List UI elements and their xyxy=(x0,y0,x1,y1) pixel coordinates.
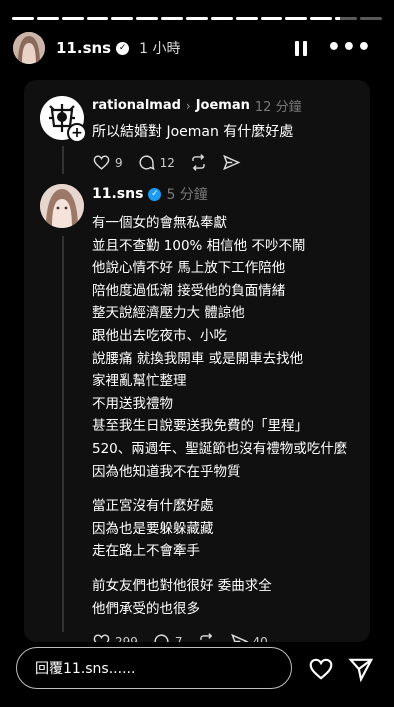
text-line: 當正宮沒有什麼好處 xyxy=(92,498,214,515)
send-icon xyxy=(230,633,248,642)
progress-segment xyxy=(360,17,382,20)
comment-count: 12 xyxy=(159,155,175,170)
text-line: 他說心情不好 馬上放下工作陪他 xyxy=(92,260,286,277)
send-icon xyxy=(223,154,241,171)
like-count: 9 xyxy=(115,155,123,170)
post-author[interactable]: 11.sns xyxy=(92,186,143,202)
heart-icon xyxy=(93,155,110,170)
progress-segment xyxy=(335,17,358,20)
text-line: 因為他知道我不在乎物質 xyxy=(92,463,241,480)
post-text: 有一個女的會無私奉獻 並且不查勤 100% 相信他 不吵不鬧 他說心情不好 馬上… xyxy=(92,212,358,620)
reply-to-user[interactable]: Joeman xyxy=(196,98,250,113)
text-line: 有一個女的會無私奉獻 xyxy=(92,215,227,231)
progress-segment xyxy=(186,17,208,20)
progress-segment xyxy=(36,17,59,20)
paragraph: 前女友們也對他很好 委曲求全 他們承受的也很多 xyxy=(92,575,358,620)
like-button[interactable]: 299 xyxy=(92,632,138,642)
progress-segment xyxy=(235,17,258,20)
follow-plus-icon[interactable]: + xyxy=(67,123,87,143)
post-text: 所以結婚對 Joeman 有什麼好處 xyxy=(92,124,294,140)
progress-segment xyxy=(136,17,159,20)
parent-post: + rationalmad › Joeman 12 分鐘 所以結婚對 Joema… xyxy=(40,96,358,172)
paragraph: 有一個女的會無私奉獻 並且不查勤 100% 相信他 不吵不鬧 他說心情不好 馬上… xyxy=(92,212,358,483)
text-line: 520、兩週年、聖誕節也沒有禮物或吃什麼 xyxy=(92,440,348,457)
text-line: 他們承受的也很多 xyxy=(92,600,200,617)
text-line: 說腰痛 就換我開車 或是開車去找他 xyxy=(92,350,304,367)
text-line: 並且不查勤 100% 相信他 不吵不鬧 xyxy=(92,237,306,254)
progress-segment xyxy=(111,17,134,20)
avatar[interactable] xyxy=(13,32,45,64)
progress-segment xyxy=(86,17,109,20)
progress-segment xyxy=(210,17,233,20)
comment-button[interactable]: 7 xyxy=(152,632,183,642)
text-line: 跟他出去吃夜市、小吃 xyxy=(92,327,227,344)
pause-icon[interactable] xyxy=(294,40,307,56)
progress-segment xyxy=(260,17,283,20)
post-time: 12 分鐘 xyxy=(254,100,302,115)
threads-card: + rationalmad › Joeman 12 分鐘 所以結婚對 Joema… xyxy=(24,80,370,642)
reply-arrow-icon: › xyxy=(185,98,191,113)
story-progress xyxy=(12,17,382,20)
progress-segment xyxy=(61,17,84,20)
post-time: 5 分鐘 xyxy=(166,187,208,203)
reply-placeholder: 回覆11.sns...... xyxy=(35,661,136,677)
more-options-icon[interactable]: ••• xyxy=(327,37,372,59)
text-line: 整天說經濟壓力大 體諒他 xyxy=(92,305,245,322)
comment-count: 7 xyxy=(174,634,183,642)
repost-icon xyxy=(199,633,212,641)
progress-segment xyxy=(161,17,184,20)
text-line: 家裡亂幫忙整理 xyxy=(92,373,187,390)
story-header: 11.sns ✓ 1 小時 ••• xyxy=(13,32,384,64)
heart-icon xyxy=(93,634,110,642)
verified-badge-icon: ✓ xyxy=(116,41,130,55)
like-story-button[interactable] xyxy=(308,656,334,682)
text-line: 不用送我禮物 xyxy=(92,395,173,412)
repost-icon xyxy=(192,154,205,171)
verified-badge-icon: ✓ xyxy=(148,187,162,201)
share-count: 40 xyxy=(252,634,268,642)
story-username[interactable]: 11.sns xyxy=(56,39,111,57)
story-time: 1 小時 xyxy=(139,41,181,57)
text-line: 走在路上不會牽手 xyxy=(92,543,200,560)
repost-button[interactable] xyxy=(189,153,208,172)
like-count: 299 xyxy=(115,634,138,642)
progress-segment xyxy=(12,17,34,20)
text-line: 因為也是要躲躲藏藏 xyxy=(92,520,214,537)
text-line: 前女友們也對他很好 委曲求全 xyxy=(92,577,272,594)
reply-input[interactable]: 回覆11.sns...... xyxy=(16,647,292,689)
comment-button[interactable]: 12 xyxy=(137,153,175,172)
reply-post: 11.sns ✓ 5 分鐘 有一個女的會無私奉獻 並且不查勤 100% 相信他 … xyxy=(40,184,358,642)
heart-icon xyxy=(309,658,333,680)
comment-icon xyxy=(154,634,169,642)
share-button[interactable] xyxy=(222,153,241,172)
text-line: 甚至我生日說要送我免費的「里程」 xyxy=(92,418,308,435)
like-button[interactable]: 9 xyxy=(92,153,123,172)
share-button[interactable]: 40 xyxy=(230,632,268,642)
text-line: 陪他度過低潮 接受他的負面情緒 xyxy=(92,282,286,299)
send-story-button[interactable] xyxy=(348,656,374,683)
post-author[interactable]: rationalmad xyxy=(92,98,181,113)
avatar[interactable] xyxy=(40,184,84,228)
paragraph: 當正宮沒有什麼好處 因為也是要躲躲藏藏 走在路上不會牽手 xyxy=(92,495,358,563)
send-icon xyxy=(348,658,374,683)
progress-segment xyxy=(285,17,308,20)
comment-icon xyxy=(139,155,155,171)
progress-segment xyxy=(310,17,333,20)
repost-button[interactable] xyxy=(197,632,216,642)
